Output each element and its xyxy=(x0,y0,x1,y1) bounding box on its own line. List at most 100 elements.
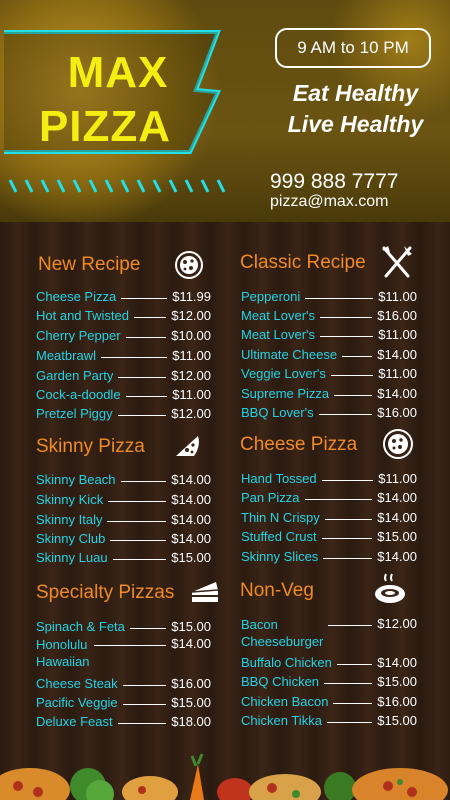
list-item: Cheese Steak $16.00 xyxy=(36,674,211,692)
pizza-icon xyxy=(174,250,204,285)
item-price: $14.00 xyxy=(377,509,417,525)
item-price: $16.00 xyxy=(377,404,417,420)
list-item: Garden Party $12.00 xyxy=(36,366,211,384)
list-item: Thin N Crispy $14.00 xyxy=(241,508,417,526)
list-item: Pepperoni $11.00 xyxy=(241,287,417,305)
item-price: $14.00 xyxy=(377,346,417,362)
item-name: Skinny Kick xyxy=(36,491,104,507)
header-banner: MAX PIZZA 9 AM to 10 PM Eat Healthy Live… xyxy=(0,0,450,222)
item-price: $14.00 xyxy=(171,636,211,651)
section-title-new-recipe: New Recipe xyxy=(38,254,141,275)
item-name: Pretzel Piggy xyxy=(36,405,113,421)
item-name: Honolulu Hawaiian xyxy=(36,636,89,670)
leader-line xyxy=(323,558,373,559)
brand-name-line2: PIZZA xyxy=(38,102,172,151)
leader-line xyxy=(100,357,168,358)
item-price: $14.00 xyxy=(377,548,417,564)
leader-line xyxy=(336,664,373,665)
fork-knife-icon xyxy=(380,244,414,285)
item-price: $15.00 xyxy=(377,673,417,689)
leader-line xyxy=(304,499,373,500)
item-price: $14.00 xyxy=(377,385,417,401)
leader-line xyxy=(118,377,167,378)
item-name: Meat Lover's xyxy=(241,307,316,323)
leader-line xyxy=(122,704,167,705)
item-name: Garden Party xyxy=(36,367,114,383)
item-price: $15.00 xyxy=(377,712,417,728)
leader-line xyxy=(318,414,373,415)
list-item: Cherry Pepper $10.00 xyxy=(36,326,211,344)
cake-slice-icon xyxy=(190,580,220,611)
logo-panel: MAX PIZZA xyxy=(0,30,226,193)
item-price: $11.00 xyxy=(172,347,211,363)
item-name: Cherry Pepper xyxy=(36,327,121,343)
item-name: Cock-a-doodle xyxy=(36,386,121,402)
leader-line xyxy=(94,645,167,646)
section-title-non-veg: Non-Veg xyxy=(240,580,314,601)
leader-line xyxy=(129,628,167,629)
item-name: Pacific Veggie xyxy=(36,694,118,710)
list-item: Deluxe Feast $18.00 xyxy=(36,712,211,730)
item-price: $12.00 xyxy=(377,616,417,631)
item-name: Pepperoni xyxy=(241,288,301,304)
item-price: $11.00 xyxy=(378,326,417,342)
item-name: Stuffed Crust xyxy=(241,528,317,544)
item-name: Skinny Luau xyxy=(36,549,108,565)
leader-line xyxy=(125,396,168,397)
leader-line xyxy=(110,540,167,541)
leader-line xyxy=(133,317,167,318)
leader-line xyxy=(320,317,373,318)
item-price: $18.00 xyxy=(171,713,211,729)
leader-line xyxy=(305,298,374,299)
list-item: Hand Tossed $11.00 xyxy=(241,469,417,487)
item-price: $11.99 xyxy=(172,288,211,304)
menu-page: MAX PIZZA 9 AM to 10 PM Eat Healthy Live… xyxy=(0,0,450,800)
opening-hours-badge: 9 AM to 10 PM xyxy=(275,28,431,68)
item-price: $14.00 xyxy=(171,471,211,487)
list-item: Skinny Club $14.00 xyxy=(36,529,211,547)
leader-line xyxy=(326,722,373,723)
item-price: $14.00 xyxy=(171,511,211,527)
item-name: Cheese Pizza xyxy=(36,288,117,304)
list-item: Skinny Beach $14.00 xyxy=(36,470,211,488)
item-name-line2: Cheeseburger xyxy=(241,634,324,649)
item-price: $16.00 xyxy=(377,693,417,709)
section-title-cheese-pizza: Cheese Pizza xyxy=(240,434,358,455)
leader-line xyxy=(330,375,374,376)
item-name: Meat Lover's xyxy=(241,326,316,342)
item-name: Thin N Crispy xyxy=(241,509,320,525)
list-item: Veggie Lover's $11.00 xyxy=(241,364,417,382)
item-name-line1: Bacon xyxy=(241,617,278,632)
food-border-decoration xyxy=(0,742,450,800)
leader-line xyxy=(117,723,167,724)
item-name-line1: Honolulu xyxy=(36,637,88,652)
list-item: BBQ Chicken $15.00 xyxy=(241,672,417,690)
item-price: $15.00 xyxy=(171,694,211,710)
list-item: Spinach & Feta $15.00 xyxy=(36,617,211,635)
section-title-skinny-pizza: Skinny Pizza xyxy=(36,436,145,457)
item-price: $12.00 xyxy=(171,307,211,323)
leader-line xyxy=(324,519,373,520)
tagline-line1: Eat Healthy xyxy=(292,80,419,106)
item-price: $11.00 xyxy=(378,288,417,304)
list-item: Ultimate Cheese $14.00 xyxy=(241,345,417,363)
leader-line xyxy=(320,336,374,337)
item-price: $16.00 xyxy=(171,675,211,691)
list-item: Meat Lover's $16.00 xyxy=(241,306,417,324)
list-item: Chicken Bacon $16.00 xyxy=(241,692,417,710)
brand-name-line1: MAX xyxy=(67,48,169,97)
section-title-classic-recipe: Classic Recipe xyxy=(240,252,366,273)
item-price: $10.00 xyxy=(171,327,211,343)
item-name: BBQ Chicken xyxy=(241,673,320,689)
email-address[interactable]: pizza@max.com xyxy=(270,193,389,211)
item-name: Hand Tossed xyxy=(241,470,317,486)
list-item: Buffalo Chicken $14.00 xyxy=(241,653,417,671)
list-item: Chicken Tikka $15.00 xyxy=(241,711,417,729)
phone-number[interactable]: 999 888 7777 xyxy=(270,170,398,194)
leader-line xyxy=(333,703,373,704)
item-name: Chicken Tikka xyxy=(241,712,322,728)
leader-line xyxy=(321,480,374,481)
item-name: Cheese Steak xyxy=(36,675,118,691)
pizza-icon xyxy=(382,428,414,465)
leader-line xyxy=(342,356,373,357)
